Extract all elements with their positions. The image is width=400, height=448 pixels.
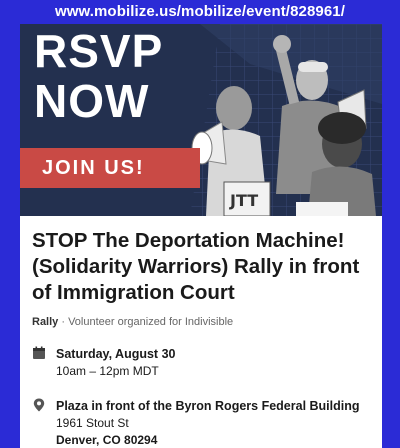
join-us-label: JOIN US!: [20, 148, 200, 188]
map-pin-icon: [33, 398, 45, 412]
location-city: Denver, CO 80294: [56, 433, 158, 447]
event-banner-image: JTT RSVP NOW JOIN US!: [20, 24, 382, 216]
location-name: Plaza in front of the Byron Rogers Feder…: [56, 399, 360, 413]
event-date: Saturday, August 30: [56, 347, 176, 361]
event-meta: Rally · Volunteer organized for Indivisi…: [32, 316, 233, 328]
event-organizer: · Volunteer organized for Indivisible: [58, 316, 234, 328]
event-title: STOP The Deportation Machine! (Solidarit…: [32, 229, 360, 304]
page-url: www.mobilize.us/mobilize/event/828961/: [54, 3, 345, 20]
banner-headline: RSVP NOW: [34, 25, 164, 127]
calendar-icon: [33, 346, 45, 359]
event-time: 10am – 12pm MDT: [56, 364, 159, 378]
svg-text:JTT: JTT: [229, 191, 258, 210]
event-type: Rally: [32, 316, 59, 328]
location-street: 1961 Stout St: [56, 416, 129, 430]
event-card: JTT RSVP NOW JOIN US! STOP The Deportati…: [20, 24, 382, 448]
